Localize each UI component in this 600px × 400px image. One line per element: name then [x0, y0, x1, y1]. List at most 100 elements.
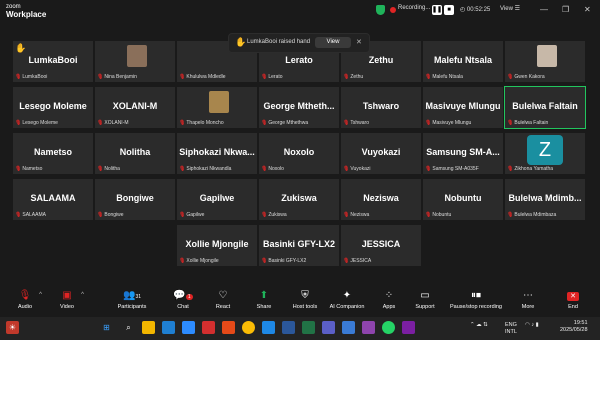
participant-tile[interactable]: Nobuntu 🎙Nobuntu	[422, 178, 504, 221]
participant-tile[interactable]: ✋ LumkaBooi 🎙LumkaBooi	[12, 40, 94, 83]
search-icon[interactable]: ⌕	[122, 321, 135, 334]
pdf-reader-icon[interactable]	[202, 321, 215, 334]
participant-label-text: Vuyokazi	[350, 166, 371, 172]
participant-tile[interactable]: Lesego Moleme 🎙Lesego Moleme	[12, 86, 94, 129]
language-indicator[interactable]: ENG INTL	[505, 322, 517, 336]
participant-tile[interactable]: Noxolo 🎙Noxolo	[258, 132, 340, 175]
pause-stop-icon: ⏸⏹	[471, 290, 481, 301]
mail-icon[interactable]	[342, 321, 355, 334]
notification-view-button[interactable]: View	[315, 37, 351, 48]
participant-label: 🎙Lesego Moleme	[15, 120, 58, 126]
more-button[interactable]: ⋯ More	[503, 289, 553, 310]
participant-tile[interactable]: Neziswa 🎙Neziswa	[340, 178, 422, 221]
participant-label-text: Nametso	[22, 166, 43, 172]
view-grid-icon: ☰	[514, 6, 520, 12]
end-button[interactable]: ✕ End	[553, 289, 593, 310]
edge-icon[interactable]	[162, 321, 175, 334]
pause-recording-icon[interactable]: ❚❚	[432, 5, 442, 15]
participant-label: 🎙Bulelwa Faltain	[507, 120, 548, 126]
muted-mic-icon: 🎙	[261, 212, 268, 218]
participant-label: 🎙Nametso	[15, 166, 42, 172]
recording-dot-icon	[390, 7, 396, 13]
participant-label-text: Zukiswa	[268, 212, 287, 218]
system-clock[interactable]: 19:51 2025/05/28	[560, 320, 588, 334]
participant-tile[interactable]: Basinki GFY-LX2 🎙Basinki GFY-LX2	[258, 224, 340, 267]
view-button[interactable]: View ☰	[500, 5, 520, 12]
windows-start-icon[interactable]: ⊞	[100, 321, 113, 334]
participants-count: 31	[135, 294, 141, 300]
outlook-icon[interactable]	[262, 321, 275, 334]
muted-mic-icon: 🎙	[261, 120, 268, 126]
muted-mic-icon: 🎙	[343, 120, 350, 126]
participant-tile[interactable]: Nolitha 🎙Nolitha	[94, 132, 176, 175]
participant-label: 🎙Tshwaro	[343, 120, 369, 126]
participant-name: JESSICA	[361, 239, 401, 249]
participants-button[interactable]: 👥31 Participants	[107, 289, 157, 310]
participant-tile[interactable]: Bongiwe 🎙Bongiwe	[94, 178, 176, 221]
security-shield-icon[interactable]	[376, 5, 385, 15]
participant-tile[interactable]: Zukiswa 🎙Zukiswa	[258, 178, 340, 221]
participant-tile[interactable]: XOLANI-M 🎙XOLANI-M	[94, 86, 176, 129]
word-icon[interactable]	[282, 321, 295, 334]
photos-icon[interactable]	[402, 321, 415, 334]
participant-tile[interactable]: Masivuye Mlungu 🎙Masivuye Mlungu	[422, 86, 504, 129]
participant-name: Nobuntu	[444, 193, 482, 203]
participant-tile[interactable]: Vuyokazi 🎙Vuyokazi	[340, 132, 422, 175]
tray-icons[interactable]: ⌃ ☁ ⇅	[470, 322, 488, 328]
participant-label-text: Bongiwe	[104, 212, 124, 218]
participant-name: Vuyokazi	[361, 147, 401, 157]
participant-tile[interactable]: George Mtheth... 🎙George Mthethwa	[258, 86, 340, 129]
powerpoint-icon[interactable]	[222, 321, 235, 334]
weather-widget-icon[interactable]: ☀	[6, 321, 19, 334]
more-label: More	[521, 304, 535, 310]
calendar-icon[interactable]	[362, 321, 375, 334]
close-window-icon[interactable]: ✕	[584, 5, 591, 14]
participant-label-text: LumkaBooi	[22, 74, 48, 80]
participant-tile[interactable]: Xollie Mjongile 🎙Xollie Mjongile	[176, 224, 258, 267]
network-volume-battery-icon[interactable]: ◠ ♪ ▮	[525, 322, 539, 328]
participant-tile[interactable]: SALAAMA 🎙SALAAMA	[12, 178, 94, 221]
raised-hand-icon: ✋	[15, 43, 27, 53]
video-button[interactable]: ▣ Video ^	[42, 289, 92, 310]
participant-label: 🎙JESSICA	[343, 258, 371, 264]
video-caret-icon[interactable]: ^	[81, 292, 84, 298]
file-explorer-icon[interactable]	[142, 321, 155, 334]
participant-tile[interactable]: 🎙Thapelo Moncho	[176, 86, 258, 129]
teams-icon[interactable]	[322, 321, 335, 334]
maximize-icon[interactable]: ❐	[562, 5, 569, 14]
participants-icon: 👥31	[122, 290, 141, 301]
participant-photo	[127, 45, 147, 67]
participant-tile[interactable]: Tshwaro 🎙Tshwaro	[340, 86, 422, 129]
minimize-icon[interactable]: —	[540, 5, 548, 14]
excel-icon[interactable]	[302, 321, 315, 334]
participant-tile[interactable]: Bulelwa Mdimb... 🎙Bulelwa Mdimbaza	[504, 178, 586, 221]
participant-label: 🎙Neziswa	[343, 212, 369, 218]
participant-tile[interactable]: Z 🎙Zikhona Yamatha	[504, 132, 586, 175]
support-button[interactable]: ▭ Support	[400, 289, 450, 310]
notification-close-icon[interactable]: ✕	[356, 38, 362, 46]
participants-label: Participants	[117, 304, 147, 310]
participant-tile[interactable]: Bulelwa Faltain 🎙Bulelwa Faltain	[504, 86, 586, 129]
participant-tile[interactable]: Siphokazi Nkwa... 🎙Siphokazi Nkwandla	[176, 132, 258, 175]
participant-tile[interactable]: JESSICA 🎙JESSICA	[340, 224, 422, 267]
participant-name: Zukiswa	[281, 193, 317, 203]
participant-name: Xollie Mjongile	[185, 239, 249, 249]
participant-tile[interactable]: Malefu Ntsala 🎙Malefu Ntsala	[422, 40, 504, 83]
participant-tile[interactable]: 🎙Nina Benjamin	[94, 40, 176, 83]
zoom-app-icon[interactable]	[182, 321, 195, 334]
whatsapp-icon[interactable]	[382, 321, 395, 334]
meeting-toolbar: 🎙 Audio ^ ▣ Video ^ 👥31 Participants 💬 1 …	[0, 287, 600, 317]
participant-name: George Mtheth...	[263, 101, 335, 111]
participant-tile[interactable]: Samsung SM-A... 🎙Samsung SM-A035F	[422, 132, 504, 175]
view-label: View	[500, 6, 513, 12]
participant-tile[interactable]: Gapilwe 🎙Gapilwe	[176, 178, 258, 221]
pause-stop-recording-button[interactable]: ⏸⏹ Pause/stop recording	[446, 289, 506, 310]
stop-recording-icon[interactable]: ■	[444, 5, 454, 15]
participant-tile[interactable]: Nametso 🎙Nametso	[12, 132, 94, 175]
participant-name: Lesego Moleme	[19, 101, 87, 111]
participant-label: 🎙Khululwa Mdledle	[179, 74, 226, 80]
title-bar: zoom Workplace Recording... ❚❚ ■ ◴ 00:52…	[0, 0, 600, 22]
raised-hand-icon: ✋	[235, 37, 247, 47]
participant-tile[interactable]: 🎙Gwen Kakora	[504, 40, 586, 83]
chrome-icon[interactable]	[242, 321, 255, 334]
